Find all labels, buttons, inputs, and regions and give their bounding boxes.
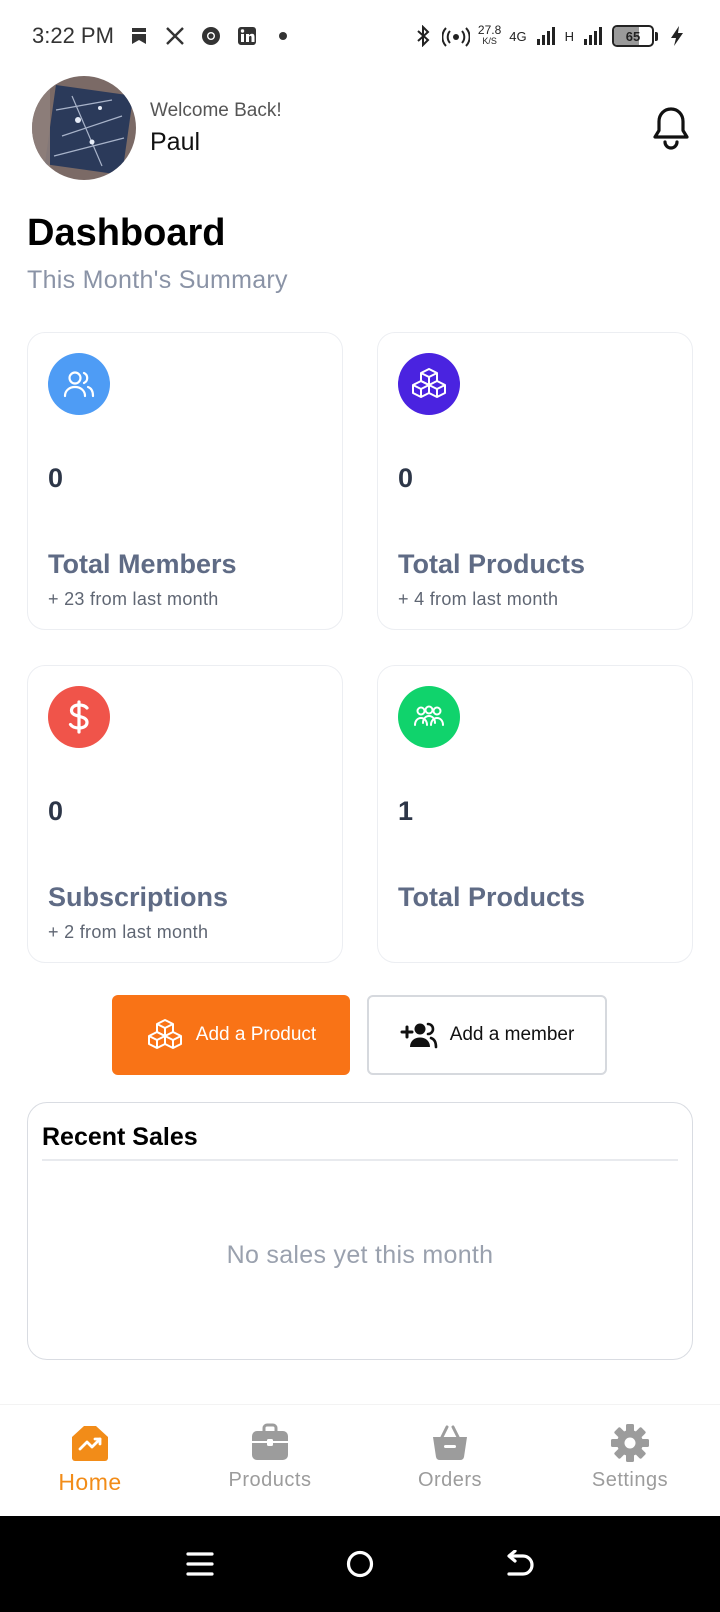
menu-icon[interactable] — [180, 1544, 220, 1584]
boxes-icon — [398, 353, 460, 415]
status-bar: 3:22 PM 27.8 K/S 4G H 65 — [0, 0, 720, 72]
add-member-button[interactable]: Add a member — [367, 995, 607, 1075]
card-label: Total Products — [398, 549, 586, 579]
welcome-text: Welcome Back! — [150, 99, 282, 121]
home-circle-icon[interactable] — [340, 1544, 380, 1584]
add-product-label: Add a Product — [195, 1024, 317, 1045]
page-subtitle: This Month's Summary — [27, 266, 288, 294]
dot-icon — [272, 25, 294, 47]
signal-icon — [535, 25, 557, 47]
add-product-button[interactable]: Add a Product — [112, 995, 350, 1075]
bluetooth-icon — [412, 25, 434, 47]
briefcase-icon — [250, 1423, 290, 1463]
group-icon — [398, 686, 460, 748]
add-user-icon — [400, 1021, 438, 1049]
charging-icon — [666, 25, 688, 47]
nav-label: Orders — [417, 1469, 483, 1491]
card-label: Subscriptions — [48, 882, 229, 912]
welcome-block: Welcome Back! Paul — [150, 100, 282, 157]
nav-item-products[interactable]: Products — [180, 1405, 360, 1516]
system-nav-bar — [0, 1516, 720, 1612]
network-type-2: H — [564, 28, 574, 44]
avatar[interactable] — [32, 76, 136, 180]
x-logo-icon — [164, 25, 186, 47]
nav-label: Home — [58, 1469, 122, 1495]
card-sub: + 23 from last month — [48, 589, 219, 609]
card-sub: + 2 from last month — [48, 922, 209, 942]
users-icon — [48, 353, 110, 415]
battery-level: 65 — [625, 28, 641, 44]
battery-indicator: 65 — [612, 25, 658, 47]
basket-icon — [430, 1423, 470, 1463]
user-name: Paul — [150, 127, 201, 156]
back-icon[interactable] — [500, 1544, 540, 1584]
hotspot-icon — [441, 25, 470, 47]
boxes-icon — [146, 1018, 184, 1052]
card-value: 0 — [398, 463, 414, 493]
notification-bell-icon[interactable] — [650, 104, 692, 150]
status-right: 27.8 K/S 4G H 65 — [412, 23, 688, 47]
linkedin-icon — [236, 25, 258, 47]
status-left: 3:22 PM — [32, 23, 294, 49]
card-value: 1 — [398, 796, 414, 826]
card-value: 0 — [48, 463, 64, 493]
network-speed: 27.8 K/S — [477, 23, 502, 47]
signal-icon-2 — [582, 25, 604, 47]
card-value: 0 — [48, 796, 64, 826]
network-speed-value: 27.8 — [477, 23, 502, 37]
card-label: Total Products — [398, 882, 586, 912]
page-title: Dashboard — [27, 212, 226, 254]
chrome-icon — [200, 25, 222, 47]
stat-card-subscriptions[interactable]: 0 Subscriptions + 2 from last month — [27, 665, 343, 963]
stat-card-total-products-2[interactable]: 1 Total Products — [377, 665, 693, 963]
stat-card-total-products[interactable]: 0 Total Products + 4 from last month — [377, 332, 693, 630]
recent-sales-panel: Recent Sales No sales yet this month — [27, 1102, 693, 1360]
stat-card-total-members[interactable]: 0 Total Members + 23 from last month — [27, 332, 343, 630]
divider — [42, 1159, 678, 1161]
bookmark-icon — [128, 25, 150, 47]
header: Welcome Back! Paul — [32, 76, 692, 180]
nav-label: Products — [228, 1469, 312, 1491]
status-time: 3:22 PM — [32, 23, 114, 48]
card-sub: + 4 from last month — [398, 589, 559, 609]
nav-item-settings[interactable]: Settings — [540, 1405, 720, 1516]
nav-item-home[interactable]: Home — [0, 1405, 180, 1516]
bottom-nav: Home Products Orders Settings — [0, 1404, 720, 1516]
card-label: Total Members — [48, 549, 237, 579]
battery-tip — [655, 31, 658, 41]
home-chart-icon — [70, 1423, 110, 1463]
battery-body: 65 — [612, 25, 654, 47]
recent-sales-title: Recent Sales — [42, 1123, 198, 1151]
network-type: 4G — [509, 28, 527, 44]
gear-icon — [610, 1423, 650, 1463]
nav-item-orders[interactable]: Orders — [360, 1405, 540, 1516]
recent-sales-empty: No sales yet this month — [226, 1241, 494, 1269]
add-member-label: Add a member — [449, 1024, 575, 1045]
nav-label: Settings — [591, 1469, 669, 1491]
dollar-icon — [48, 686, 110, 748]
network-speed-unit: K/S — [482, 36, 497, 46]
